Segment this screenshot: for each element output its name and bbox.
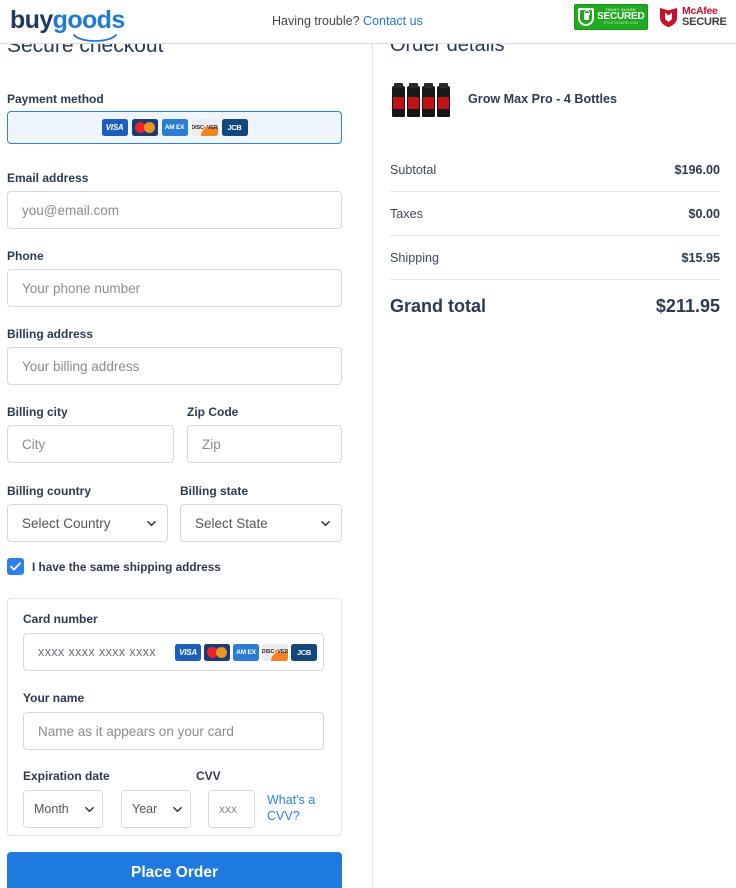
contact-us-link[interactable]: Contact us: [363, 14, 423, 28]
billing-state-value: Select State: [195, 515, 268, 531]
expiration-year-select[interactable]: Year: [121, 790, 191, 828]
card-name-label: Your name: [23, 691, 85, 705]
payment-method-selector[interactable]: VISA AM EX DISC●VER JCB: [7, 111, 342, 144]
help-question: Having trouble?: [272, 14, 360, 28]
taxes-value: $0.00: [688, 206, 720, 221]
phone-label: Phone: [7, 249, 44, 263]
amex-icon: AM EX: [233, 643, 259, 661]
site-header: buygoods Having trouble? Contact us TRUS…: [0, 0, 736, 44]
check-icon: [10, 562, 21, 571]
jcb-icon: JCB: [291, 643, 317, 661]
mcafee-shield-icon: [660, 8, 677, 28]
cvv-label: CVV: [196, 769, 221, 783]
mcafee-secure-badge[interactable]: McAfee SECURE: [658, 4, 730, 30]
discover-icon: DISC●VER: [191, 119, 218, 136]
mastercard-icon: [204, 643, 230, 661]
lock-shield-icon: [578, 8, 594, 26]
email-label: Email address: [7, 171, 89, 185]
summary-row-grand-total: Grand total $211.95: [390, 280, 720, 332]
mastercard-icon: [131, 119, 158, 136]
billing-city-input[interactable]: City: [7, 425, 174, 463]
same-shipping-address-row[interactable]: I have the same shipping address: [7, 558, 221, 575]
column-divider: [372, 44, 373, 888]
billing-address-label: Billing address: [7, 327, 94, 341]
billing-country-select[interactable]: Select Country: [7, 504, 168, 542]
billing-city-label: Billing city: [7, 405, 68, 419]
logo-buy-text: buy: [10, 6, 53, 34]
expiration-month-select[interactable]: Month: [23, 790, 103, 828]
email-input[interactable]: you@email.com: [7, 191, 342, 229]
card-name-input[interactable]: Name as it appears on your card: [23, 712, 324, 750]
chevron-down-icon: [173, 806, 182, 812]
card-number-label: Card number: [23, 612, 98, 626]
buygoods-logo[interactable]: buygoods: [10, 6, 126, 42]
expiration-date-label: Expiration date: [23, 769, 110, 783]
subtotal-value: $196.00: [674, 162, 720, 177]
billing-address-input[interactable]: Your billing address: [7, 347, 342, 385]
checkout-page: Secure checkout Payment method VISA AM E…: [0, 0, 736, 888]
place-order-button[interactable]: Place Order: [7, 852, 342, 888]
chevron-down-icon: [147, 520, 156, 526]
product-thumbnail: [390, 78, 452, 120]
amex-icon: AM EX: [161, 119, 188, 136]
logo-goods-text: goods: [52, 6, 126, 34]
same-shipping-checkbox[interactable]: [7, 558, 24, 575]
cvv-help-link[interactable]: What's a CVV?: [267, 792, 329, 824]
billing-country-label: Billing country: [7, 484, 91, 498]
same-shipping-label: I have the same shipping address: [32, 559, 221, 574]
help-text: Having trouble? Contact us: [272, 14, 423, 28]
expiration-month-value: Month: [34, 802, 69, 816]
billing-state-label: Billing state: [180, 484, 249, 498]
logo-swoosh-icon: [73, 34, 117, 43]
summary-row-shipping: Shipping $15.95: [390, 236, 720, 280]
security-badges: TRUST GUARD SECURED TRUSTGUARD.COM McAfe…: [574, 4, 730, 30]
card-number-placeholder: xxxx xxxx xxxx xxxx: [38, 645, 157, 659]
taxes-label: Taxes: [390, 206, 423, 221]
visa-icon: VISA: [175, 643, 201, 661]
trust-guard-badge[interactable]: TRUST GUARD SECURED TRUSTGUARD.COM: [574, 4, 648, 30]
payment-method-label: Payment method: [7, 92, 104, 106]
visa-icon: VISA: [101, 119, 128, 136]
summary-row-taxes: Taxes $0.00: [390, 192, 720, 236]
discover-icon: DISC●VER: [262, 643, 288, 661]
card-number-input[interactable]: xxxx xxxx xxxx xxxx VISA AM EX DISC●VER …: [23, 633, 324, 671]
grand-total-label: Grand total: [390, 295, 487, 316]
chevron-down-icon: [321, 520, 330, 526]
shipping-value: $15.95: [681, 250, 720, 265]
order-summary: Subtotal $196.00 Taxes $0.00 Shipping $1…: [390, 148, 720, 332]
phone-input[interactable]: Your phone number: [7, 269, 342, 307]
zip-input[interactable]: Zip: [187, 425, 342, 463]
order-product-row: Grow Max Pro - 4 Bottles: [390, 78, 720, 120]
summary-row-subtotal: Subtotal $196.00: [390, 148, 720, 192]
mcafee-line2: SECURE: [682, 15, 727, 28]
shipping-label: Shipping: [390, 250, 440, 265]
cvv-input[interactable]: xxx: [208, 790, 255, 828]
grand-total-value: $211.95: [655, 295, 720, 316]
card-brand-icons: VISA AM EX DISC●VER JCB: [175, 643, 317, 661]
billing-country-value: Select Country: [22, 515, 111, 531]
chevron-down-icon: [85, 806, 94, 812]
zip-label: Zip Code: [187, 405, 239, 419]
expiration-year-value: Year: [132, 802, 158, 816]
subtotal-label: Subtotal: [390, 162, 437, 177]
product-name: Grow Max Pro - 4 Bottles: [468, 92, 618, 106]
card-details-panel: Card number xxxx xxxx xxxx xxxx VISA AM …: [7, 598, 342, 836]
billing-state-select[interactable]: Select State: [180, 504, 342, 542]
jcb-icon: JCB: [221, 119, 248, 136]
trust-guard-bottom: TRUSTGUARD.COM: [603, 21, 639, 26]
